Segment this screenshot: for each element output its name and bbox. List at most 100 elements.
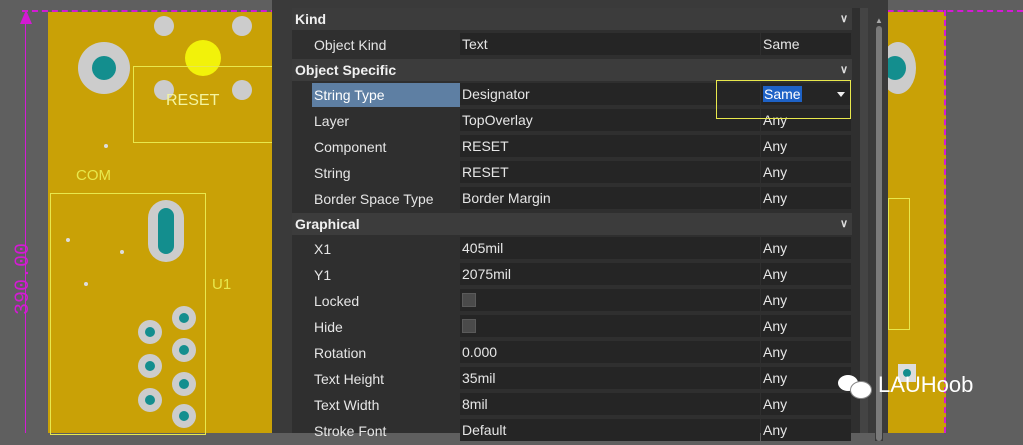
via (84, 282, 88, 286)
header-pad[interactable] (172, 372, 196, 396)
row-value[interactable]: 35mil (460, 367, 760, 389)
header-pad[interactable] (172, 338, 196, 362)
row-value[interactable]: RESET (460, 135, 760, 157)
row-value[interactable]: Default (460, 419, 760, 441)
match-mode[interactable]: Any (761, 341, 851, 363)
row-label: Layer (314, 113, 350, 129)
row-value[interactable]: Text (460, 33, 760, 55)
silk-reset-label[interactable]: RESET (166, 92, 219, 110)
mount-hole (92, 56, 116, 80)
row-value[interactable]: RESET (460, 161, 760, 183)
collapse-chevron-icon[interactable]: ∨ (840, 59, 848, 81)
row-value[interactable]: TopOverlay (460, 109, 760, 131)
find-similar-objects-panel: Kind ∨ Object Kind Text Same Object Spec… (272, 0, 888, 441)
row-label: Y1 (314, 267, 332, 283)
header-hole (179, 379, 189, 389)
row-object-kind[interactable]: Object Kind Text Same (292, 33, 852, 59)
row-value[interactable]: Designator (460, 83, 760, 105)
row-text-height[interactable]: Text Height 35mil Any (292, 367, 852, 393)
row-label: Border Space Type (314, 191, 434, 207)
slot-hole (158, 208, 174, 254)
row-label: Text Width (314, 397, 380, 413)
header-hole (179, 411, 189, 421)
header-pad[interactable] (138, 388, 162, 412)
match-mode[interactable]: Same (761, 33, 851, 55)
section-title: Object Specific (295, 62, 397, 78)
watermark: LAUHoob (838, 372, 974, 399)
silk-com-label: COM (76, 167, 111, 184)
row-rotation[interactable]: Rotation 0.000 Any (292, 341, 852, 367)
row-label: X1 (314, 241, 332, 257)
switch-pad[interactable] (232, 16, 252, 36)
header-hole (145, 395, 155, 405)
slot-pad[interactable] (148, 200, 184, 262)
row-label: Locked (314, 293, 360, 309)
match-mode[interactable]: Any (761, 263, 851, 285)
header-pad[interactable] (172, 404, 196, 428)
via (66, 238, 70, 242)
row-label: String (314, 165, 351, 181)
via (104, 144, 108, 148)
row-component[interactable]: Component RESET Any (292, 135, 852, 161)
match-mode[interactable]: Any (761, 289, 851, 311)
row-string[interactable]: String RESET Any (292, 161, 852, 187)
section-title: Graphical (295, 216, 360, 232)
row-label: Component (314, 139, 387, 155)
scroll-up-icon[interactable]: ▲ (875, 16, 883, 26)
hide-checkbox[interactable] (462, 319, 476, 333)
mount-hole-pad[interactable] (78, 42, 130, 94)
match-mode[interactable]: Any (761, 237, 851, 259)
row-border-space-type[interactable]: Border Space Type Border Margin Any (292, 187, 852, 213)
row-x1[interactable]: X1 405mil Any (292, 237, 852, 263)
right-component-outline (888, 198, 910, 330)
watermark-text: LAUHoob (878, 372, 974, 397)
row-label: Hide (314, 319, 343, 335)
board-outline-right (944, 10, 946, 433)
row-stroke-font[interactable]: Stroke Font Default Any (292, 419, 852, 445)
dimension-arrow-icon (20, 10, 32, 24)
collapse-chevron-icon[interactable]: ∨ (840, 8, 848, 30)
row-hide[interactable]: Hide Any (292, 315, 852, 341)
dimension-text: 390.00 (12, 242, 35, 315)
switch-pad[interactable] (154, 16, 174, 36)
properties-grid: Kind ∨ Object Kind Text Same Object Spec… (292, 8, 883, 441)
row-y1[interactable]: Y1 2075mil Any (292, 263, 852, 289)
row-label: Text Height (314, 371, 385, 387)
row-label: String Type (312, 83, 460, 107)
match-mode[interactable]: Any (761, 135, 851, 157)
row-value[interactable]: 0.000 (460, 341, 760, 363)
dimension-line (25, 10, 26, 433)
section-title: Kind (295, 11, 327, 27)
row-value[interactable]: 8mil (460, 393, 760, 415)
panel-resize-handle[interactable] (860, 8, 868, 433)
header-pad[interactable] (138, 320, 162, 344)
header-hole (179, 313, 189, 323)
row-text-width[interactable]: Text Width 8mil Any (292, 393, 852, 419)
wechat-icon (838, 373, 872, 399)
row-label: Rotation (314, 345, 367, 361)
row-label: Stroke Font (314, 423, 387, 439)
row-value[interactable]: 405mil (460, 237, 760, 259)
row-value[interactable]: 2075mil (460, 263, 760, 285)
section-kind[interactable]: Kind ∨ (292, 8, 852, 30)
row-locked[interactable]: Locked Any (292, 289, 852, 315)
header-hole (145, 327, 155, 337)
via (120, 250, 124, 254)
match-mode[interactable]: Any (761, 161, 851, 183)
locked-checkbox[interactable] (462, 293, 476, 307)
header-hole (145, 361, 155, 371)
match-mode[interactable]: Any (761, 419, 851, 441)
header-pad[interactable] (138, 354, 162, 378)
row-label: Object Kind (314, 37, 387, 53)
silk-u1-label: U1 (212, 276, 232, 293)
collapse-chevron-icon[interactable]: ∨ (840, 213, 848, 235)
match-mode[interactable]: Any (761, 187, 851, 209)
row-value (460, 289, 760, 311)
match-mode[interactable]: Any (761, 315, 851, 337)
mode-dropdown-highlight (716, 80, 851, 119)
row-value (460, 315, 760, 337)
header-pad[interactable] (172, 306, 196, 330)
section-graphical[interactable]: Graphical ∨ (292, 213, 852, 235)
section-object-specific[interactable]: Object Specific ∨ (292, 59, 852, 81)
row-value[interactable]: Border Margin (460, 187, 760, 209)
